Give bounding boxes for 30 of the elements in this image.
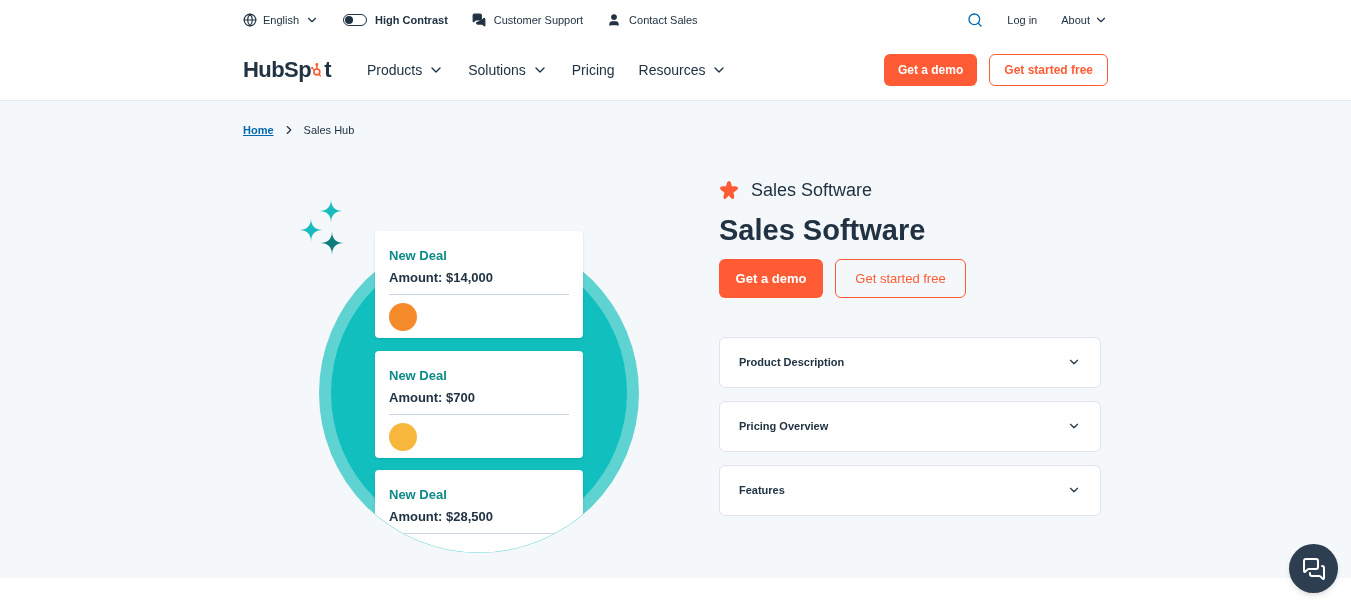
accordion-header[interactable]: Product Description: [719, 336, 1101, 388]
accordion-header[interactable]: Pricing Overview: [719, 400, 1101, 452]
globe-icon: [243, 13, 257, 27]
deal-amount: Amount: $700: [389, 389, 476, 407]
nav-menu-item[interactable]: Solutions: [468, 59, 548, 81]
utility-link[interactable]: Customer Support: [471, 11, 584, 29]
login-link[interactable]: Log in: [1007, 11, 1038, 29]
high-contrast-label: High Contrast: [375, 12, 448, 28]
hubspot-logo[interactable]: HubSp t: [243, 59, 331, 81]
language-selector[interactable]: English: [243, 11, 320, 29]
deal-title: New Deal: [389, 246, 448, 265]
deal-title: New Deal: [389, 366, 448, 385]
breadcrumb-home-link[interactable]: Home: [243, 122, 274, 139]
nav-menu-item[interactable]: Pricing: [571, 59, 615, 81]
nav-menu-item[interactable]: Products: [366, 59, 445, 81]
flower-icon: [719, 180, 739, 200]
accordion-header[interactable]: Features: [719, 464, 1101, 516]
utility-link[interactable]: Contact Sales: [607, 11, 698, 29]
search-icon[interactable]: [967, 12, 984, 28]
person-icon: [607, 13, 622, 27]
page-title: Sales Software: [719, 212, 927, 248]
chat-icon: [1301, 556, 1326, 581]
chat-bubbles-icon: [471, 13, 486, 27]
eyebrow-label: Sales Software: [751, 178, 873, 202]
deal-amount: Amount: $14,000: [389, 269, 495, 287]
about-menu[interactable]: About: [1061, 11, 1108, 29]
nav-menu-item[interactable]: Resources: [638, 59, 728, 81]
deal-title: New Deal: [389, 485, 448, 504]
breadcrumb-current: Sales Hub: [303, 123, 355, 138]
deal-amount: Amount: $28,500: [389, 508, 495, 526]
